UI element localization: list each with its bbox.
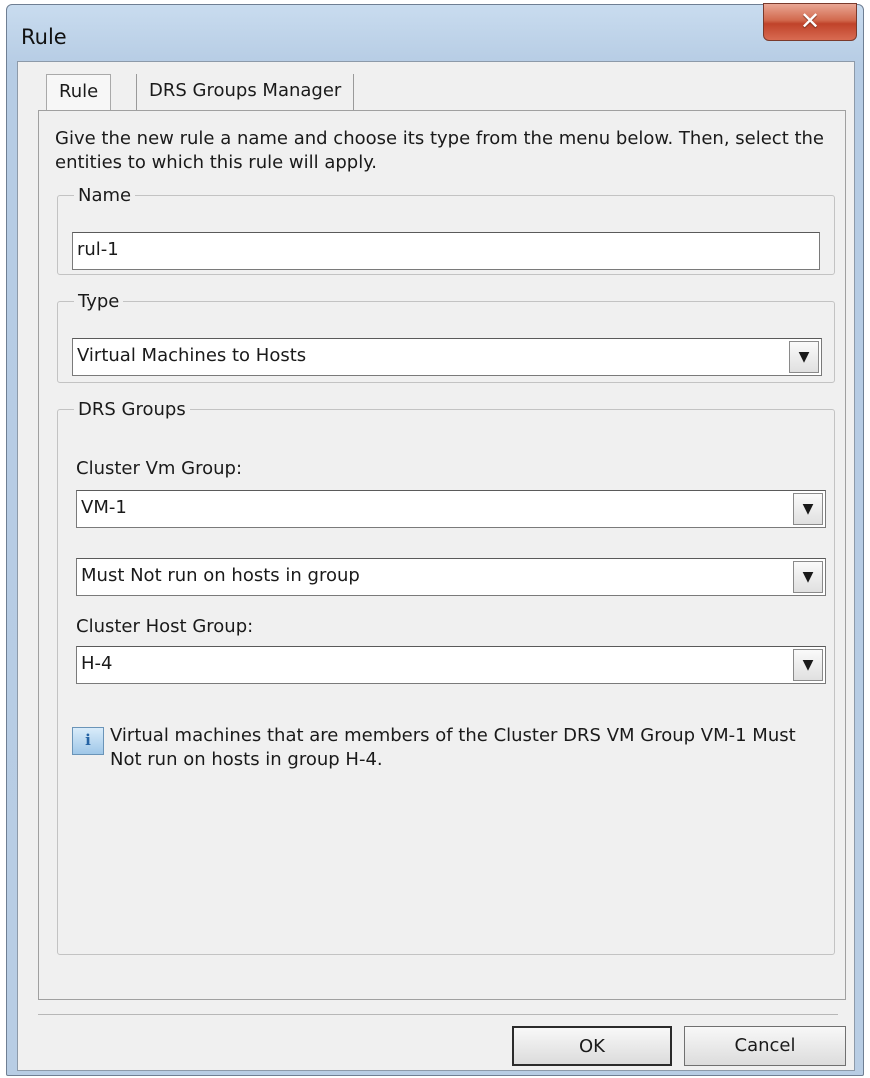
rule-dialog: Rule ✕ Rule DRS Groups Manager Give the …	[6, 3, 864, 1076]
ok-button[interactable]: OK	[512, 1026, 672, 1066]
type-group: Type Virtual Machines to Hosts ▼	[57, 291, 835, 383]
name-group: Name rul-1	[57, 185, 835, 275]
tab-rule[interactable]: Rule	[46, 74, 112, 110]
close-icon: ✕	[799, 7, 821, 35]
drs-groups-group: DRS Groups Cluster Vm Group: VM-1 ▼ Must…	[57, 399, 835, 955]
type-select[interactable]: Virtual Machines to Hosts ▼	[72, 338, 822, 376]
vm-group-select-value: VM-1	[81, 497, 127, 518]
tab-drs-groups-manager[interactable]: DRS Groups Manager	[136, 74, 355, 110]
cancel-button[interactable]: Cancel	[684, 1026, 846, 1066]
chevron-down-icon[interactable]: ▼	[793, 561, 823, 593]
window-title: Rule	[21, 25, 67, 49]
host-group-label: Cluster Host Group:	[76, 616, 254, 637]
dialog-body: Rule DRS Groups Manager Give the new rul…	[17, 61, 855, 1071]
chevron-down-icon[interactable]: ▼	[789, 341, 819, 373]
type-select-value: Virtual Machines to Hosts	[77, 345, 307, 366]
relation-select-value: Must Not run on hosts in group	[81, 565, 360, 586]
rule-description-text: Virtual machines that are members of the…	[110, 725, 796, 770]
name-legend: Name	[78, 185, 132, 206]
name-input[interactable]: rul-1	[72, 232, 820, 270]
drs-groups-legend: DRS Groups	[78, 399, 186, 420]
rule-tab-panel: Give the new rule a name and choose its …	[38, 110, 846, 1000]
chevron-down-icon[interactable]: ▼	[793, 493, 823, 525]
relation-select[interactable]: Must Not run on hosts in group ▼	[76, 558, 826, 596]
close-button[interactable]: ✕	[763, 3, 857, 41]
type-legend: Type	[78, 291, 120, 312]
host-group-select-value: H-4	[81, 653, 113, 674]
button-separator	[38, 1014, 838, 1015]
instructions-text: Give the new rule a name and choose its …	[55, 128, 825, 173]
host-group-select[interactable]: H-4 ▼	[76, 646, 826, 684]
vm-group-label: Cluster Vm Group:	[76, 458, 243, 479]
info-icon: i	[72, 727, 104, 755]
chevron-down-icon[interactable]: ▼	[793, 649, 823, 681]
vm-group-select[interactable]: VM-1 ▼	[76, 490, 826, 528]
